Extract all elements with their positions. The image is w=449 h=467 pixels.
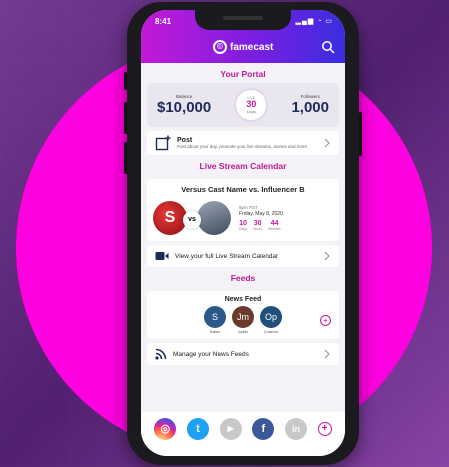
linkedin-icon[interactable]: in [284, 418, 307, 440]
post-icon [155, 135, 171, 151]
logo-mark-icon: © [213, 40, 227, 54]
notch [195, 10, 291, 30]
volume-down-button [124, 142, 127, 174]
versus-avatars: S vs [153, 199, 233, 237]
avatar-b [197, 201, 231, 235]
search-icon[interactable] [321, 40, 335, 54]
post-subtitle: Post about your day, promote your live s… [177, 143, 307, 149]
chevron-right-icon [324, 138, 330, 148]
news-feed-title: News Feed [224, 296, 262, 303]
portal-card: Balance $10,000 LIVE 30 Days Followers 1… [147, 83, 339, 127]
versus-title: Versus Cast Name vs. Influencer B [181, 185, 305, 194]
power-button [359, 112, 362, 156]
event-time: 8pm PST [239, 205, 258, 210]
add-feed-button[interactable]: + [320, 315, 331, 326]
followers-value: 1,000 [291, 99, 329, 116]
news-feed-card: News Feed S Saber Jm JryMx Op Coartun + [147, 291, 339, 339]
feed-person-label: Coartun [263, 329, 279, 334]
portal-section-title: Your Portal [220, 69, 266, 79]
chevron-right-icon [324, 349, 330, 359]
days-badge[interactable]: LIVE 30 Days [236, 90, 267, 120]
balance-value: $10,000 [157, 99, 212, 116]
live-section-title: Live Stream Calendar [199, 161, 287, 171]
calendar-link-row[interactable]: View your full Live Stream Calendar [147, 245, 339, 267]
feed-avatar: Jm [232, 306, 254, 328]
mute-switch [124, 72, 127, 90]
rss-icon [155, 348, 167, 360]
facebook-icon[interactable]: f [252, 418, 275, 440]
feed-person[interactable]: S Saber [204, 306, 226, 334]
app-logo[interactable]: © famecast [213, 40, 273, 54]
twitter-icon[interactable]: t [186, 418, 209, 440]
days-badge-number: 30 [246, 99, 257, 109]
days-badge-label: Days [246, 109, 256, 114]
instagram-icon[interactable]: ◎ [154, 418, 177, 440]
countdown-hours: 30 Hours [252, 220, 263, 231]
countdown: 10 Days 30 Hours 44 Minutes [239, 220, 333, 231]
manage-feeds-label: Manage your News Feeds [173, 350, 249, 358]
youtube-icon[interactable]: ▶ [219, 418, 242, 440]
logo-text: famecast [230, 41, 274, 53]
chevron-right-icon [324, 251, 330, 261]
status-icons: ▂▄▆ ◔ ▭ [295, 18, 333, 25]
versus-card[interactable]: Versus Cast Name vs. Influencer B S vs 8… [147, 179, 339, 241]
countdown-days: 10 Days [239, 220, 247, 231]
video-camera-icon [155, 252, 169, 260]
calendar-link-label: View your full Live Stream Calendar [175, 252, 279, 260]
balance-stat: Balance $10,000 [157, 94, 211, 116]
post-row[interactable]: Post Post about your day, promote your l… [147, 131, 339, 155]
phone-screen: 8:41 ▂▄▆ ◔ ▭ © famecast Your Portal Bala… [141, 10, 345, 456]
feed-person-label: JryMx [237, 329, 249, 334]
feed-person[interactable]: Op Coartun [260, 306, 282, 334]
feed-avatar: S [204, 306, 226, 328]
add-social-icon[interactable]: + [317, 422, 332, 436]
volume-up-button [124, 102, 127, 134]
post-title: Post [177, 136, 193, 144]
vs-badge: vs [183, 211, 201, 229]
feed-person-label: Saber [209, 329, 221, 334]
feeds-section-title: Feeds [230, 273, 256, 283]
followers-stat: Followers 1,000 [291, 94, 329, 116]
event-date: Friday, May 8, 2020 [239, 211, 283, 217]
social-bar: ◎ t ▶ f in + [141, 412, 345, 456]
countdown-minutes: 44 Minutes [268, 220, 281, 231]
feed-avatar: Op [260, 306, 282, 328]
manage-feeds-row[interactable]: Manage your News Feeds [147, 343, 339, 365]
feed-person[interactable]: Jm JryMx [232, 306, 254, 334]
avatar-a: S [153, 201, 187, 235]
status-time: 8:41 [155, 17, 172, 26]
